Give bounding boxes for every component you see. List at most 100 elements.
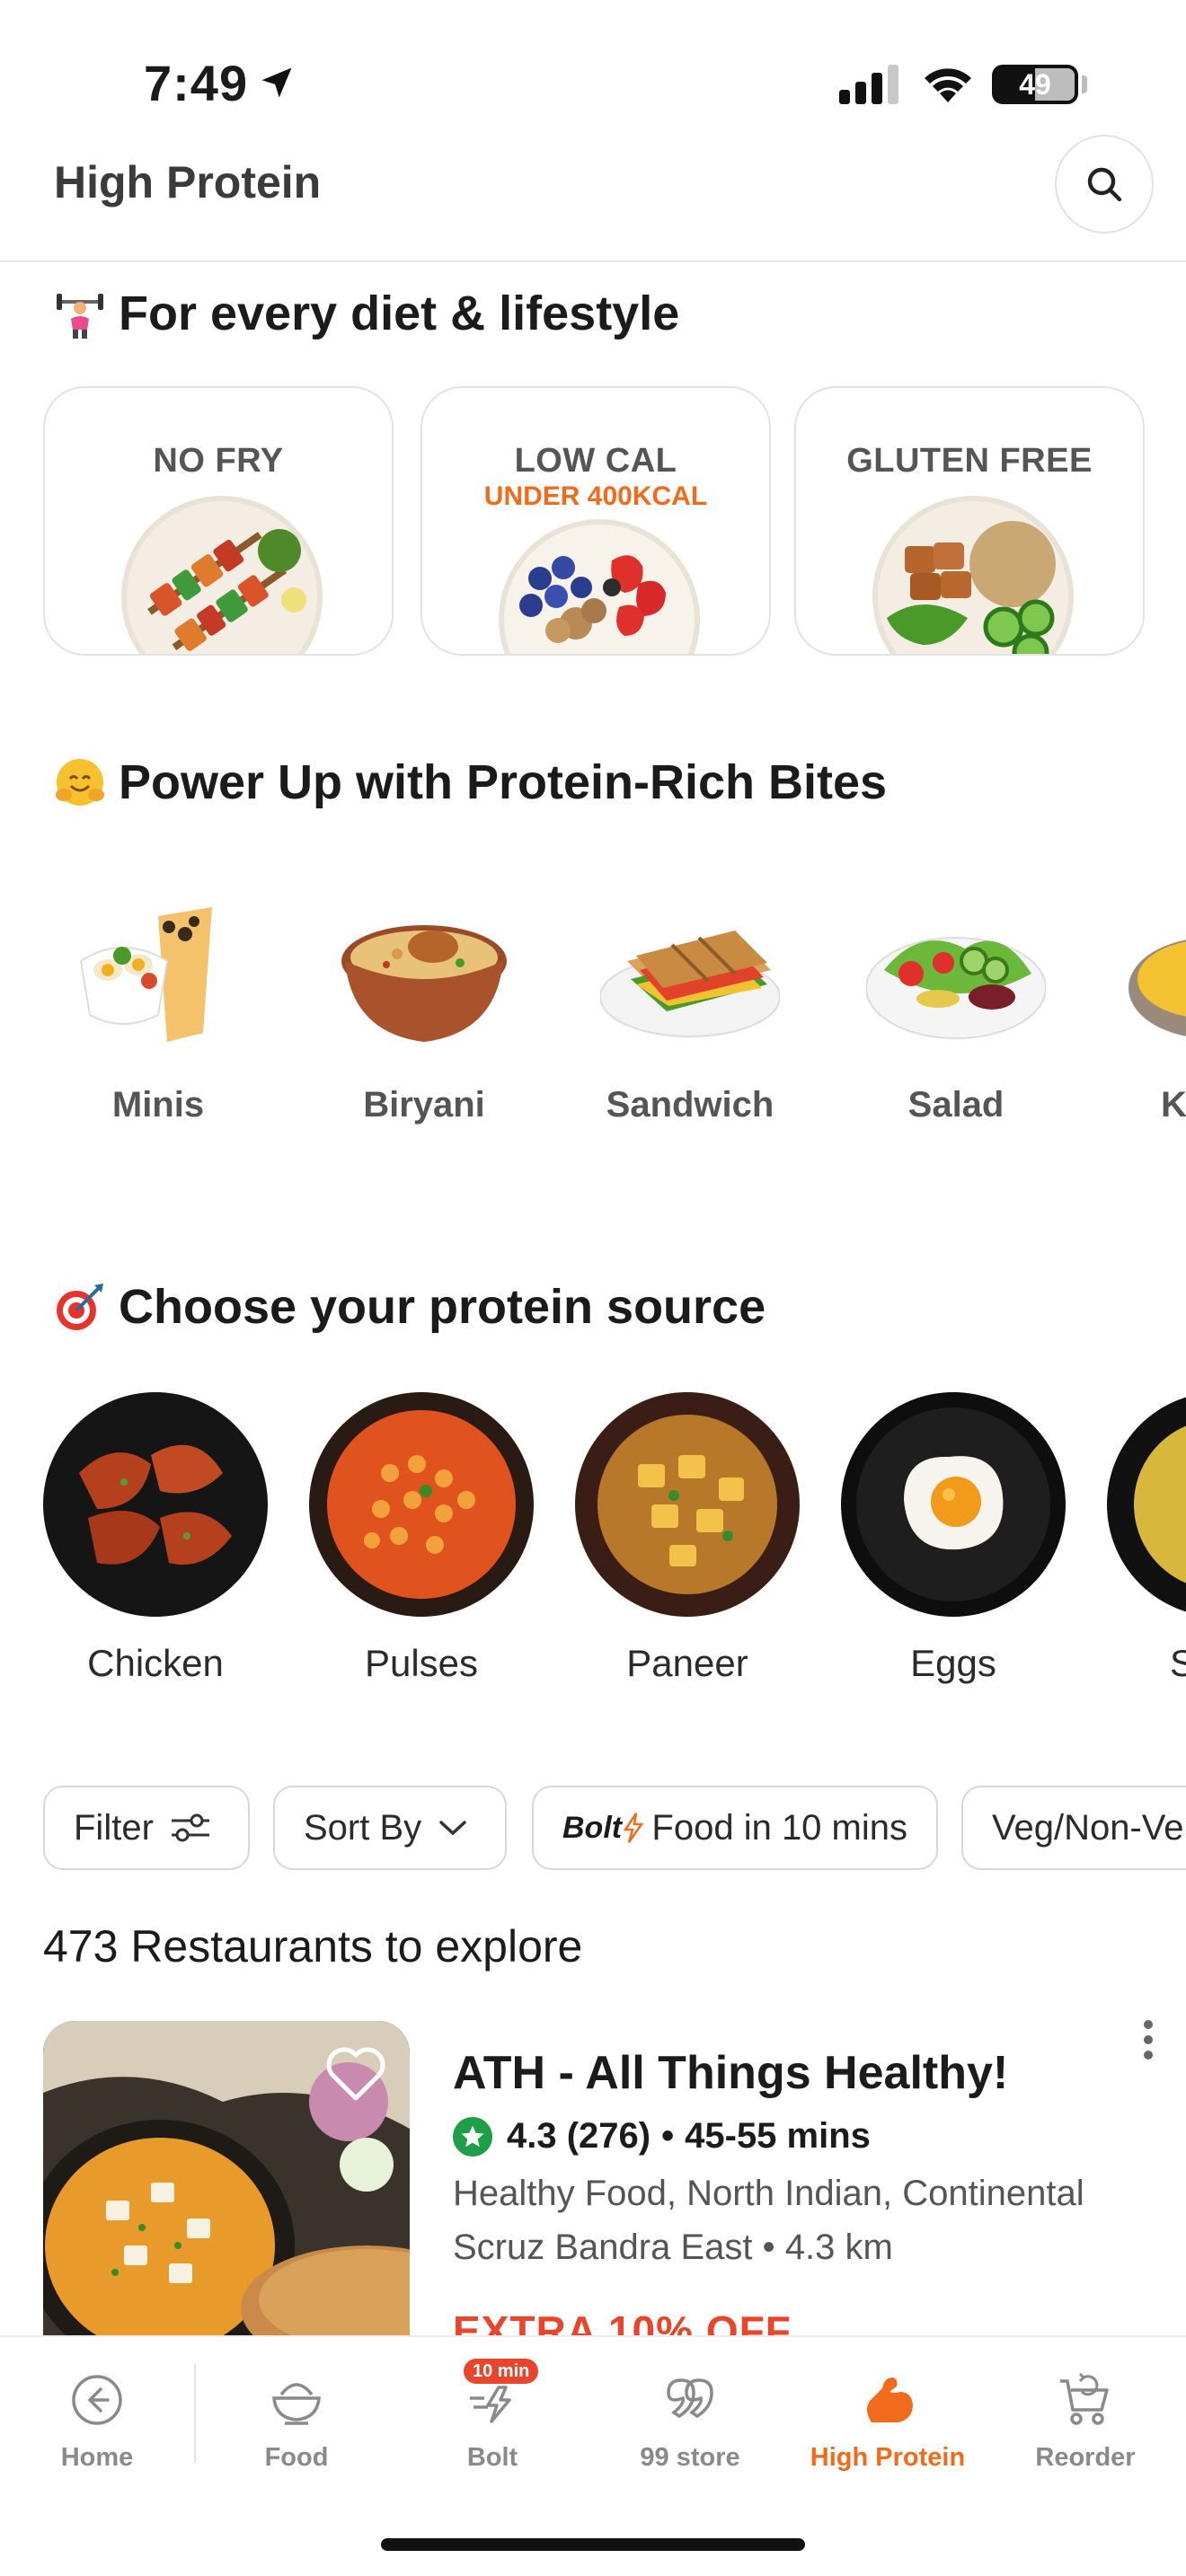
diet-card-low-cal[interactable]: LOW CAL UNDER 400KCAL xyxy=(420,386,771,656)
hugging-face-icon xyxy=(54,756,106,808)
diet-card-label: GLUTEN FREE xyxy=(846,442,1093,480)
gluten-free-food-image xyxy=(872,496,1074,654)
partial-food-image xyxy=(1128,940,1186,1037)
eggs-food-image xyxy=(841,1392,1066,1617)
bolt-chip[interactable]: Bolt Food in 10 mins xyxy=(532,1786,938,1870)
category-label: Salad xyxy=(907,1085,1005,1125)
bites-section-title: Power Up with Protein-Rich Bites xyxy=(54,754,887,810)
veg-nonveg-chip[interactable]: Veg/Non-Ve xyxy=(961,1786,1186,1870)
nav-divider xyxy=(194,2364,196,2463)
back-arrow-circle-icon xyxy=(61,2364,133,2436)
status-time: 7:49 xyxy=(144,55,249,111)
restaurant-rating: 4.3 (276) xyxy=(507,2116,651,2156)
filter-chip[interactable]: Filter xyxy=(43,1786,250,1870)
category-label: Minis xyxy=(111,1085,205,1125)
salad-food-image xyxy=(866,937,1046,1039)
battery-nub xyxy=(1082,75,1087,93)
favorite-heart-icon[interactable] xyxy=(325,2046,386,2102)
category-biryani[interactable]: Biryani xyxy=(316,898,523,1141)
protein-label: Eggs xyxy=(910,1642,996,1684)
category-minis[interactable]: Minis xyxy=(50,898,257,1141)
more-options-icon[interactable] xyxy=(1141,2017,1155,2062)
restaurant-eta: 45-55 mins xyxy=(685,2116,871,2156)
category-sandwich[interactable]: Sandwich xyxy=(582,898,789,1141)
food-bowl-icon xyxy=(261,2364,332,2436)
protein-pulses[interactable]: Pulses xyxy=(309,1392,543,1698)
meta-separator: • xyxy=(661,2116,675,2156)
nav-food[interactable]: Food xyxy=(207,2364,386,2499)
partial-protein-image xyxy=(1107,1392,1186,1617)
protein-label: Paneer xyxy=(626,1642,748,1684)
sliders-icon xyxy=(171,1813,209,1842)
minis-food-image xyxy=(79,907,212,1042)
status-bar: 7:49 49 xyxy=(0,0,1186,153)
sandwich-food-image xyxy=(600,931,780,1037)
bolt-logo-text: Bolt xyxy=(562,1810,623,1845)
rating-star-icon xyxy=(453,2116,492,2157)
pulses-food-image xyxy=(309,1392,534,1617)
protein-label: Chicken xyxy=(87,1642,224,1684)
diet-card-sublabel: UNDER 400KCAL xyxy=(483,481,708,511)
restaurant-cuisines: Healthy Food, North Indian, Continental xyxy=(453,2174,1084,2213)
category-label: Kl xyxy=(1161,1085,1186,1125)
search-icon xyxy=(1087,167,1122,202)
page-header: High Protein xyxy=(0,135,1186,262)
diet-section-title: For every diet & lifestyle xyxy=(54,286,679,341)
biryani-food-image xyxy=(341,925,507,1042)
sort-by-chip[interactable]: Sort By xyxy=(273,1786,507,1870)
category-partial[interactable]: Kl xyxy=(1114,898,1186,1141)
diet-card-label: LOW CAL xyxy=(514,442,677,480)
protein-partial[interactable]: S xyxy=(1107,1392,1186,1698)
search-button[interactable] xyxy=(1055,135,1154,234)
location-arrow-icon xyxy=(261,67,292,98)
page-title: High Protein xyxy=(54,157,322,207)
category-salad[interactable]: Salad xyxy=(848,898,1055,1141)
battery-indicator: 49 xyxy=(992,65,1078,104)
nav-label: 99 store xyxy=(640,2443,740,2472)
results-count: 473 Restaurants to explore xyxy=(43,1921,583,1972)
protein-label: S xyxy=(1170,1642,1186,1684)
protein-section-title: Choose your protein source xyxy=(54,1279,766,1335)
sort-by-label: Sort By xyxy=(304,1807,422,1848)
nav-bolt[interactable]: Bolt xyxy=(403,2364,582,2499)
bolt-lightning-icon xyxy=(623,1813,644,1843)
category-label: Sandwich xyxy=(606,1085,774,1125)
nav-home[interactable]: Home xyxy=(7,2364,187,2499)
protein-label: Pulses xyxy=(364,1642,479,1684)
bolt-label: Food in 10 mins xyxy=(651,1807,907,1848)
chevron-down-icon xyxy=(439,1821,466,1836)
filter-label: Filter xyxy=(74,1807,154,1848)
veg-label: Veg/Non-Ve xyxy=(992,1807,1184,1848)
diet-card-no-fry[interactable]: NO FRY xyxy=(43,386,394,656)
diet-card-row: NO FRY LOW CAL UNDER 400KCAL GLUTEN FREE xyxy=(43,386,1186,656)
protein-chicken[interactable]: Chicken xyxy=(43,1392,277,1698)
low-cal-food-image xyxy=(499,519,700,654)
cellular-signal-icon xyxy=(839,65,898,104)
category-label: Biryani xyxy=(363,1085,485,1125)
protein-paneer[interactable]: Paneer xyxy=(575,1392,809,1698)
restaurant-meta: 4.3 (276) • 45-55 mins xyxy=(453,2116,871,2157)
home-indicator xyxy=(381,2538,805,2551)
nav-99-store[interactable]: 99 store xyxy=(600,2364,780,2499)
nav-high-protein[interactable]: High Protein xyxy=(798,2364,978,2499)
diet-section-label: For every diet & lifestyle xyxy=(119,287,680,340)
diet-card-label: NO FRY xyxy=(153,442,284,480)
chicken-food-image xyxy=(43,1392,268,1617)
flexed-arm-icon xyxy=(852,2364,924,2436)
target-icon xyxy=(54,1281,106,1333)
99-store-icon xyxy=(654,2364,726,2436)
restaurant-name[interactable]: ATH - All Things Healthy! xyxy=(453,2046,1008,2100)
nav-label: High Protein xyxy=(810,2443,966,2472)
restaurant-location: Scruz Bandra East • 4.3 km xyxy=(453,2228,893,2267)
diet-card-gluten-free[interactable]: GLUTEN FREE xyxy=(794,386,1145,656)
reorder-cart-icon xyxy=(1049,2364,1121,2436)
no-fry-food-image xyxy=(121,496,323,654)
bolt-time-badge: 10 min xyxy=(464,2359,539,2384)
bolt-logo: Bolt xyxy=(562,1811,645,1846)
protein-eggs[interactable]: Eggs xyxy=(841,1392,1075,1698)
nav-label: Reorder xyxy=(1035,2443,1136,2472)
paneer-food-image xyxy=(575,1392,800,1617)
nav-label: Home xyxy=(60,2443,134,2472)
nav-reorder[interactable]: Reorder xyxy=(996,2364,1175,2499)
bites-section-label: Power Up with Protein-Rich Bites xyxy=(119,755,888,809)
